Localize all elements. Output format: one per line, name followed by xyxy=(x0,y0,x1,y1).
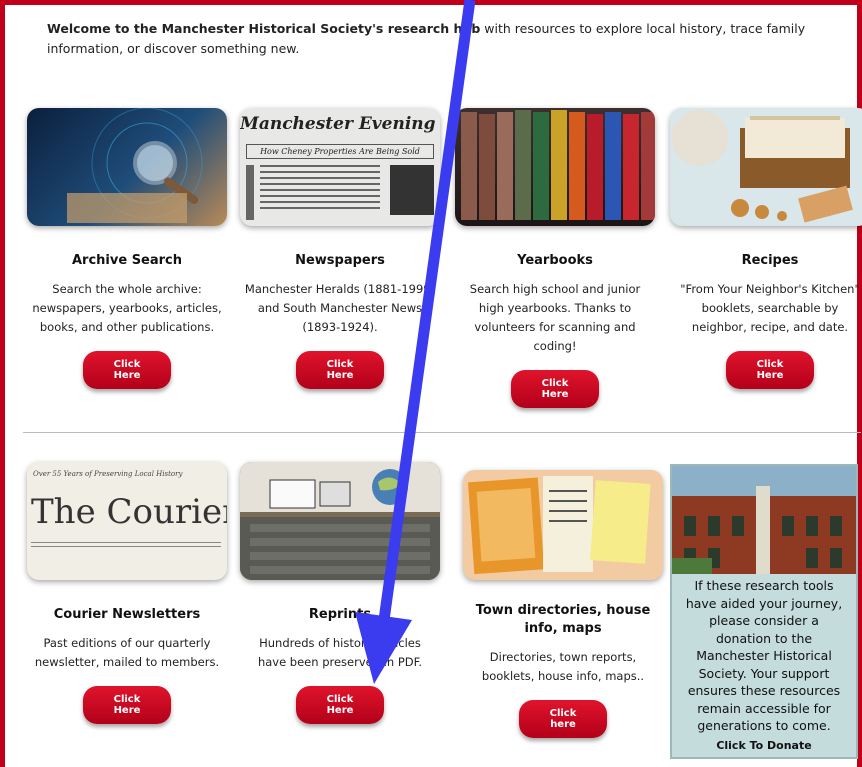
card-description: Directories, town reports, booklets, hou… xyxy=(481,650,645,683)
card-title: Newspapers xyxy=(295,253,385,268)
historical-building-photo xyxy=(672,466,856,574)
recipes-button[interactable]: Click Here xyxy=(726,351,814,389)
newspaper-masthead: Manchester Evening H xyxy=(240,114,440,134)
reprints-image xyxy=(240,462,440,580)
archive-search-button[interactable]: Click Here xyxy=(83,351,171,389)
card-description: Manchester Heralds (1881-1999) and South… xyxy=(244,282,436,334)
card-description: Past editions of our quarterly newslette… xyxy=(34,636,220,669)
building-icon xyxy=(672,466,856,574)
recipes-image xyxy=(670,108,862,226)
card-reprints: Reprints Hundreds of historic articles h… xyxy=(240,462,440,724)
archive-room-icon xyxy=(240,462,440,580)
courier-newsletters-button[interactable]: Click Here xyxy=(83,686,171,724)
page-frame: Welcome to the Manchester Historical Soc… xyxy=(0,0,862,767)
newspapers-image: Manchester Evening H How Cheney Properti… xyxy=(240,108,440,226)
donate-message: If these research tools have aided your … xyxy=(685,578,843,733)
yearbooks-button[interactable]: Click Here xyxy=(511,370,599,408)
card-description: "From Your Neighbor's Kitchen" booklets,… xyxy=(680,282,860,334)
directories-image xyxy=(463,470,663,580)
newspaper-headline: How Cheney Properties Are Being Sold xyxy=(246,144,434,159)
card-yearbooks: Yearbooks Search high school and junior … xyxy=(455,108,655,408)
card-town-directories: Town directories, house info, maps Direc… xyxy=(463,470,663,738)
card-archive-search: Archive Search Search the whole archive:… xyxy=(27,108,227,389)
section-divider xyxy=(23,432,861,433)
card-title: Courier Newsletters xyxy=(53,607,201,622)
donate-panel[interactable]: If these research tools have aided your … xyxy=(670,464,858,759)
directories-icon xyxy=(467,476,651,575)
intro-bold: Welcome to the Manchester Historical Soc… xyxy=(47,21,481,36)
card-description: Search the whole archive: newspapers, ye… xyxy=(32,282,222,334)
archive-search-image xyxy=(27,108,227,226)
yearbooks-image xyxy=(455,108,655,226)
reprints-button[interactable]: Click Here xyxy=(296,686,384,724)
newspaper-columns xyxy=(246,165,434,220)
courier-image: Over 55 Years of Preserving Local Histor… xyxy=(27,462,227,580)
card-title: Town directories, house info, maps xyxy=(475,603,651,636)
card-newspapers: Manchester Evening H How Cheney Properti… xyxy=(240,108,440,389)
courier-masthead: The Courier xyxy=(31,492,227,532)
town-directories-button[interactable]: Click here xyxy=(519,700,607,738)
card-title: Archive Search xyxy=(71,253,183,268)
newspapers-button[interactable]: Click Here xyxy=(296,351,384,389)
card-recipes: Recipes "From Your Neighbor's Kitchen" b… xyxy=(670,108,862,389)
courier-tagline: Over 55 Years of Preserving Local Histor… xyxy=(33,470,183,478)
card-title: Yearbooks xyxy=(517,253,593,268)
card-courier-newsletters: Over 55 Years of Preserving Local Histor… xyxy=(27,462,227,724)
card-description: Hundreds of historic articles have been … xyxy=(257,636,423,669)
donate-link[interactable]: Click To Donate xyxy=(672,739,856,752)
card-title: Recipes xyxy=(741,253,799,268)
magnifier-icon xyxy=(67,108,203,223)
card-description: Search high school and junior high yearb… xyxy=(469,282,641,353)
recipe-box-icon xyxy=(672,110,853,223)
card-title: Reprints xyxy=(308,607,372,622)
intro-text: Welcome to the Manchester Historical Soc… xyxy=(47,19,827,59)
courier-lines xyxy=(31,542,221,547)
books-icon xyxy=(461,110,655,220)
